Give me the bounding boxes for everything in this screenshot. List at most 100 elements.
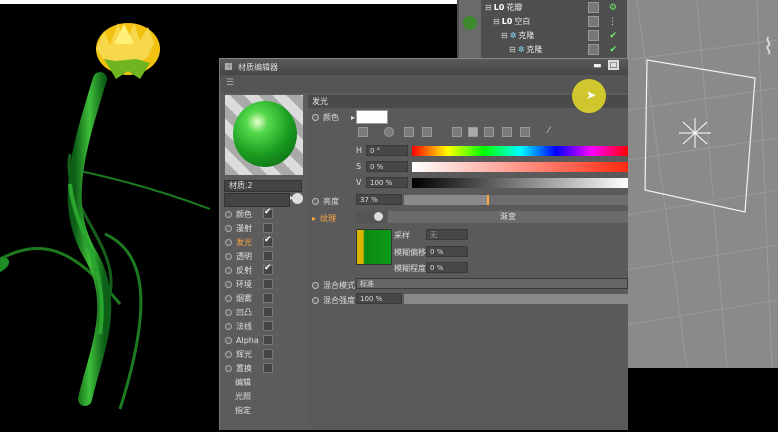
mix-strength-radio[interactable]: [312, 297, 319, 304]
layer-toggle[interactable]: [588, 2, 599, 13]
picker-icon[interactable]: [358, 127, 368, 137]
collapse-icon[interactable]: ⊟: [501, 31, 508, 40]
saturation-slider[interactable]: [412, 162, 628, 172]
layer-toggle[interactable]: [588, 30, 599, 41]
mixer-icon[interactable]: [502, 127, 512, 137]
enabled-check-icon[interactable]: ✔: [609, 31, 617, 41]
channel-radio[interactable]: [225, 308, 232, 316]
material-preview[interactable]: [225, 95, 303, 175]
color-wheel-icon[interactable]: [384, 127, 394, 137]
image-icon[interactable]: [422, 127, 432, 137]
spectrum-icon[interactable]: [404, 127, 414, 137]
menu-icon[interactable]: ☰: [226, 78, 234, 88]
enabled-check-icon[interactable]: ⚙: [609, 3, 617, 13]
channel-item[interactable]: 发光: [225, 235, 305, 249]
channel-checkbox[interactable]: [263, 307, 273, 317]
sampling-select[interactable]: 无: [426, 229, 468, 240]
texture-button[interactable]: 渐变: [388, 211, 628, 223]
rgb-icon[interactable]: [452, 127, 462, 137]
mix-strength-slider[interactable]: [404, 294, 628, 304]
editor-item[interactable]: 编辑: [225, 375, 305, 389]
object-row[interactable]: ⊟ L0 花瓣 ⚙: [457, 1, 627, 14]
channel-item[interactable]: 反射: [225, 263, 305, 277]
channel-item[interactable]: 漫射: [225, 221, 305, 235]
channel-item[interactable]: 烟雾: [225, 291, 305, 305]
channel-radio[interactable]: [225, 294, 232, 302]
mix-mode-row[interactable]: 混合模式: [308, 279, 355, 292]
brightness-row[interactable]: 亮度: [308, 195, 339, 208]
channel-item[interactable]: 环境: [225, 277, 305, 291]
channel-radio[interactable]: [225, 322, 232, 330]
v-field[interactable]: 100 %: [366, 177, 408, 188]
swatches-icon[interactable]: [520, 127, 530, 137]
blur-offset-field[interactable]: 0 %: [426, 246, 468, 257]
brightness-slider[interactable]: [404, 195, 628, 205]
channel-item[interactable]: 辉光: [225, 347, 305, 361]
channel-checkbox[interactable]: [263, 321, 273, 331]
minimize-icon[interactable]: ▬: [593, 61, 602, 71]
channel-checkbox[interactable]: [263, 235, 273, 247]
enabled-check-icon[interactable]: ✔: [609, 45, 617, 55]
texture-row[interactable]: ▸ 纹理: [308, 212, 336, 225]
channel-item[interactable]: 凹凸: [225, 305, 305, 319]
channel-radio[interactable]: [225, 238, 232, 246]
object-row[interactable]: ⊟ L0 空白 ⋮: [457, 15, 627, 28]
channel-radio[interactable]: [225, 266, 232, 274]
channel-radio[interactable]: [225, 280, 232, 288]
color-swatch[interactable]: [356, 110, 388, 124]
channel-checkbox[interactable]: [263, 279, 273, 289]
channel-checkbox[interactable]: [263, 207, 273, 219]
channel-checkbox[interactable]: [263, 363, 273, 373]
left-3d-viewport[interactable]: [0, 4, 220, 429]
texture-menu-button[interactable]: [356, 211, 386, 223]
channel-radio[interactable]: [225, 364, 232, 372]
channel-radio[interactable]: [225, 350, 232, 358]
mix-strength-field[interactable]: 100 %: [356, 293, 402, 304]
texture-thumbnail[interactable]: [356, 229, 392, 265]
editor-item[interactable]: 指定: [225, 403, 305, 417]
mix-mode-select[interactable]: 标准: [356, 278, 628, 289]
channel-item[interactable]: 置换: [225, 361, 305, 375]
material-name-field[interactable]: 材质.2: [224, 180, 302, 192]
value-slider[interactable]: [412, 178, 628, 188]
color-radio[interactable]: [312, 114, 319, 121]
channel-checkbox[interactable]: [263, 251, 273, 261]
collapse-icon[interactable]: ⊟: [485, 3, 492, 12]
maximize-icon[interactable]: □: [608, 60, 619, 70]
brightness-field[interactable]: 37 %: [356, 194, 402, 205]
channel-item[interactable]: Alpha: [225, 333, 305, 347]
s-field[interactable]: 0 %: [366, 161, 408, 172]
channel-item[interactable]: 法线: [225, 319, 305, 333]
channel-radio[interactable]: [225, 224, 232, 232]
mix-strength-row[interactable]: 混合强度: [308, 294, 355, 307]
collapse-icon[interactable]: ⊟: [509, 45, 516, 54]
channel-item[interactable]: 透明: [225, 249, 305, 263]
channel-radio[interactable]: [225, 336, 232, 344]
brightness-radio[interactable]: [312, 198, 319, 205]
h-field[interactable]: 0 °: [366, 145, 408, 156]
blur-scale-field[interactable]: 0 %: [426, 262, 468, 273]
object-row[interactable]: ⊟ ✲ 克隆 ✔: [457, 29, 627, 42]
collapse-icon[interactable]: ⊟: [493, 17, 500, 26]
object-row[interactable]: ⊟ ✲ 克隆 ✔: [457, 43, 627, 56]
expand-arrow-icon[interactable]: ▸: [312, 214, 316, 223]
color-row[interactable]: 颜色 ▸: [308, 111, 355, 124]
channel-item[interactable]: 颜色: [225, 207, 305, 221]
editor-item[interactable]: 光照: [225, 389, 305, 403]
channel-radio[interactable]: [225, 252, 232, 260]
title-bar[interactable]: ▦ 材质编辑器 ▬ □: [220, 59, 628, 75]
mix-mode-radio[interactable]: [312, 282, 319, 289]
kelvin-icon[interactable]: [484, 127, 494, 137]
channel-radio[interactable]: [225, 210, 232, 218]
pick-icon[interactable]: [292, 193, 303, 204]
layer-toggle[interactable]: [588, 44, 599, 55]
channel-checkbox[interactable]: [263, 263, 273, 275]
hsv-icon[interactable]: [468, 127, 478, 137]
channel-checkbox[interactable]: [263, 293, 273, 303]
hue-slider[interactable]: [412, 146, 628, 156]
material-search-field[interactable]: [224, 193, 290, 207]
channel-checkbox[interactable]: [263, 335, 273, 345]
channel-checkbox[interactable]: [263, 223, 273, 233]
layer-toggle[interactable]: [588, 16, 599, 27]
right-3d-viewport[interactable]: ⌇: [627, 0, 778, 368]
